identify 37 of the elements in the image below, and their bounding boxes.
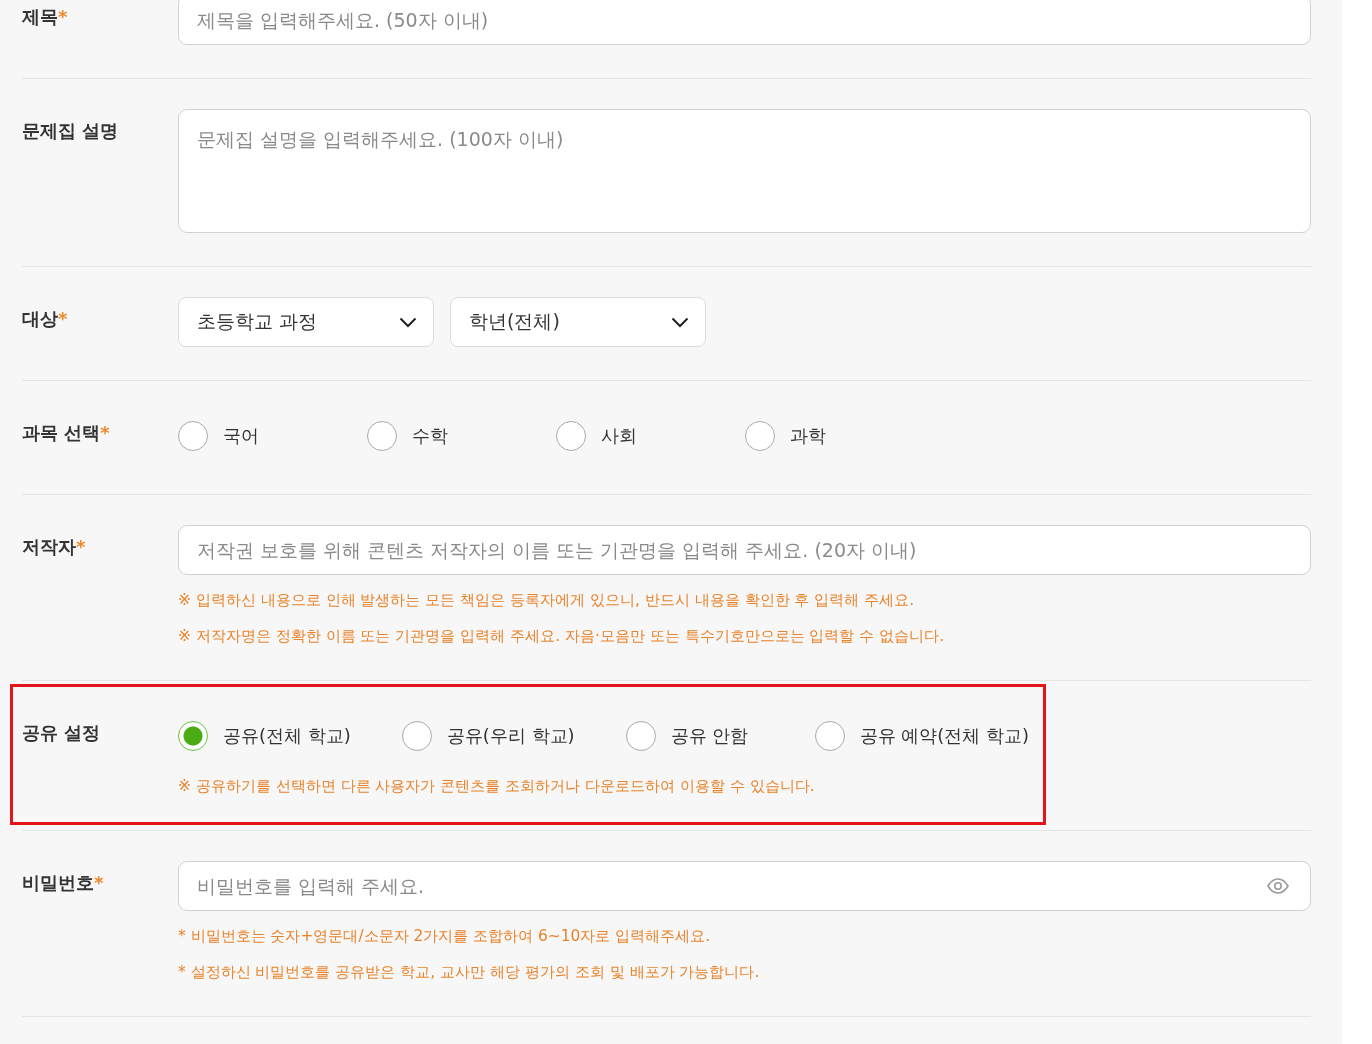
option-label[interactable]: 수학 xyxy=(412,424,448,448)
field-label: 비밀번호* xyxy=(22,871,104,895)
help-note: ※ 저작자명은 정확한 이름 또는 기관명을 입력해 주세요. 자음·모음만 또는 특수기호만으로는 입력할 수 없습니다. xyxy=(178,626,946,647)
help-note: ※ 입력하신 내용으로 인해 발생하는 모든 책임은 등록자에게 있으니, 반드시 내용을 확인한 후 입력해 주세요. xyxy=(178,590,916,611)
field-label: 제목* xyxy=(22,5,68,29)
radio-button[interactable] xyxy=(367,421,397,451)
option-label[interactable]: 과학 xyxy=(790,424,826,448)
chevron-down-icon xyxy=(399,316,417,328)
input-field[interactable]: 저작권 보호를 위해 콘텐츠 저작자의 이름 또는 기관명을 입력해 주세요. (20자 이내) xyxy=(178,525,1311,575)
chevron-down-icon xyxy=(671,316,689,328)
textarea-field[interactable]: 문제집 설명을 입력해주세요. (100자 이내) xyxy=(178,109,1311,233)
field-label: 대상* xyxy=(22,307,68,331)
radio-button[interactable] xyxy=(178,721,208,751)
option-label[interactable]: 사회 xyxy=(601,424,637,448)
radio-button[interactable] xyxy=(814,721,845,751)
help-note: * 설정하신 비밀번호를 공유받은 학교, 교사만 해당 평가의 조회 및 배포가 가능합니다. xyxy=(178,962,761,983)
field-label: 문제집 설명 xyxy=(22,119,119,143)
field-label: 공유 설정 xyxy=(22,721,101,745)
field-label: 저작자* xyxy=(22,535,86,559)
eye-icon[interactable] xyxy=(1267,878,1289,894)
option-label[interactable]: 공유(우리 학교) xyxy=(446,724,575,748)
option-label[interactable]: 공유 안함 xyxy=(670,724,749,748)
option-label[interactable]: 공유(전체 학교) xyxy=(223,724,351,748)
password-field[interactable]: 비밀번호를 입력해 주세요. xyxy=(178,861,1311,911)
radio-button[interactable] xyxy=(745,421,775,451)
dropdown[interactable]: 학년(전체) xyxy=(450,297,706,347)
input-field[interactable]: 제목을 입력해주세요. (50자 이내) xyxy=(178,0,1311,45)
radio-button[interactable] xyxy=(178,421,208,451)
field-label: 과목 선택* xyxy=(22,421,110,445)
radio-button[interactable] xyxy=(625,721,656,751)
dropdown[interactable]: 초등학교 과정 xyxy=(178,297,434,347)
radio-button[interactable] xyxy=(556,421,586,451)
option-label[interactable]: 국어 xyxy=(223,424,259,448)
help-note: * 비밀번호는 숫자+영문대/소문자 2가지를 조합하여 6~10자로 입력해주세요. xyxy=(178,926,712,947)
help-note: ※ 공유하기를 선택하면 다른 사용자가 콘텐츠를 조회하거나 다운로드하여 이용할 수 있습니다. xyxy=(178,776,816,797)
radio-button[interactable] xyxy=(401,721,432,751)
option-label[interactable]: 공유 예약(전체 학교) xyxy=(859,724,1030,748)
